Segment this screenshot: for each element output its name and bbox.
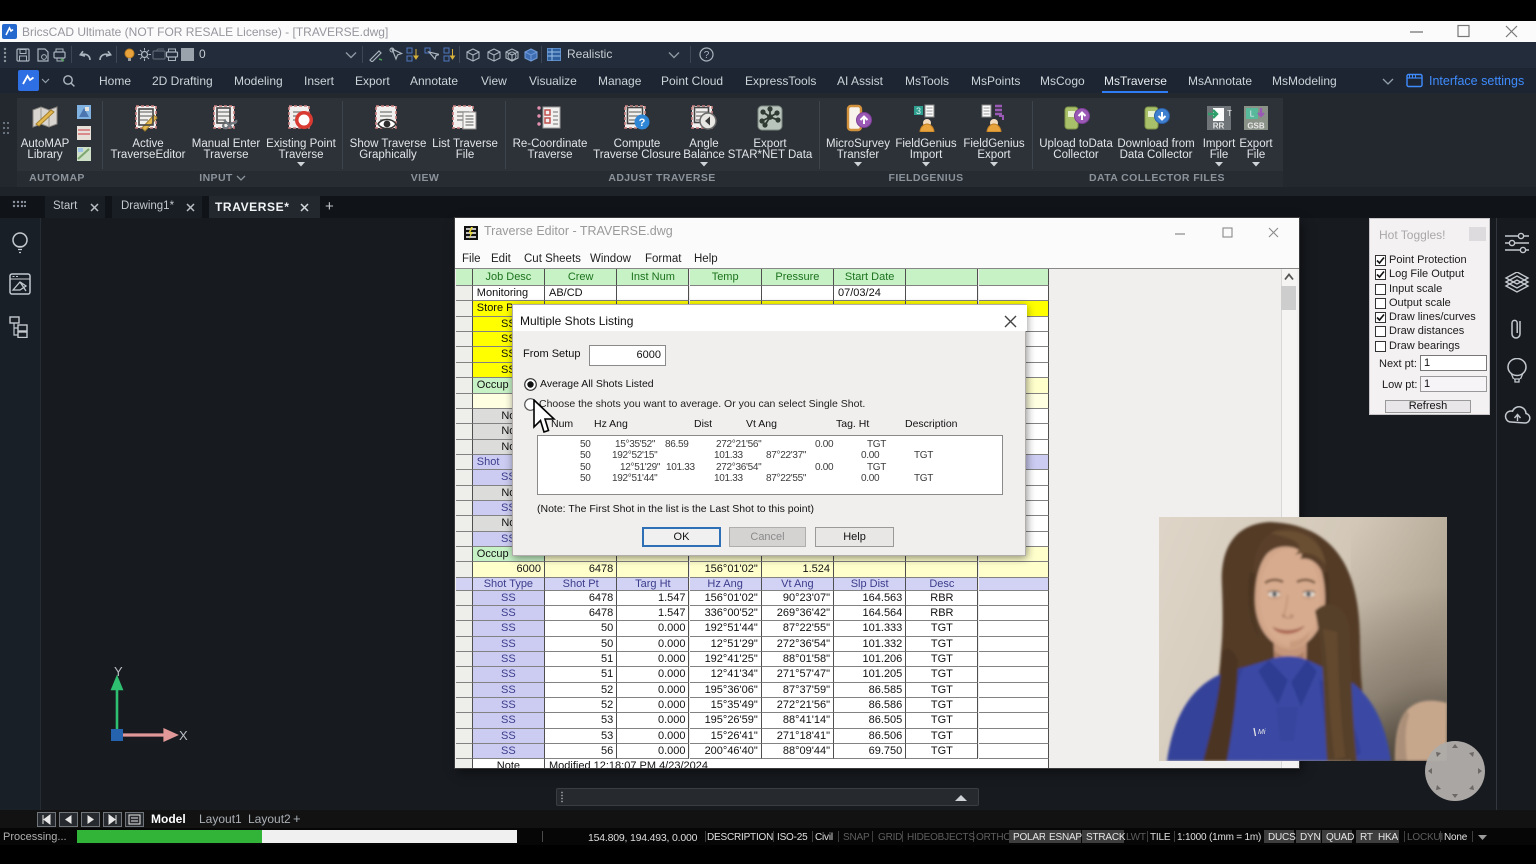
svg-text:?: ? (639, 117, 646, 129)
svg-text:X: X (179, 728, 188, 743)
svg-text:L: L (1250, 110, 1255, 119)
svg-text:?: ? (704, 50, 710, 61)
svg-text:T: T (1227, 109, 1232, 118)
svg-text:3: 3 (916, 106, 921, 116)
svg-text:GSB: GSB (1247, 122, 1265, 131)
svg-text:Mi: Mi (1258, 729, 1266, 736)
svg-text:Y: Y (114, 664, 123, 679)
svg-text:RR: RR (1213, 122, 1225, 131)
